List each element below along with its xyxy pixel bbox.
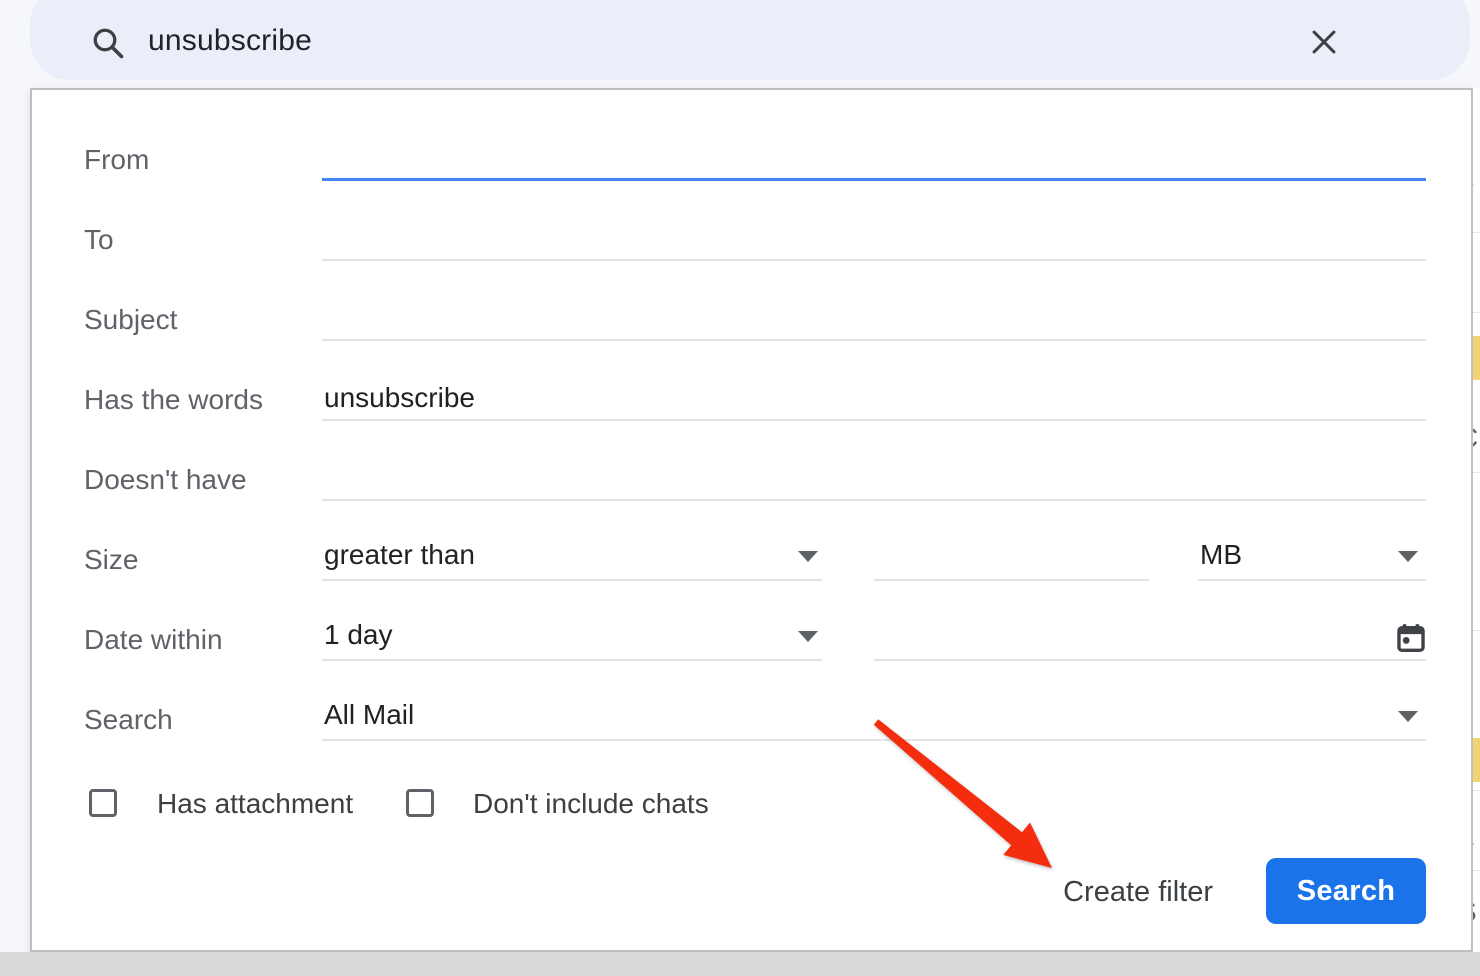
has-attachment-checkbox[interactable] bbox=[89, 789, 117, 817]
size-comparator-value: greater than bbox=[324, 539, 475, 571]
date-within-label: Date within bbox=[84, 624, 223, 656]
search-in-value: All Mail bbox=[324, 699, 414, 731]
chevron-down-icon bbox=[798, 551, 818, 562]
subject-input[interactable] bbox=[322, 297, 1426, 341]
size-value-input[interactable] bbox=[874, 537, 1149, 581]
date-input[interactable] bbox=[874, 617, 1426, 661]
from-input[interactable] bbox=[322, 137, 1426, 181]
advanced-search-panel: From To Subject Has the words Doesn't ha… bbox=[30, 88, 1473, 952]
close-icon[interactable] bbox=[1307, 25, 1341, 59]
create-filter-button[interactable]: Create filter bbox=[1063, 876, 1213, 909]
chevron-down-icon bbox=[1398, 551, 1418, 562]
doesnt-have-input[interactable] bbox=[322, 457, 1426, 501]
bg-highlighted-fragment: o bbox=[1473, 738, 1480, 782]
bg-text-fragment: J bbox=[1473, 670, 1480, 704]
bg-text-fragment: n bbox=[1473, 582, 1480, 616]
date-within-dropdown[interactable]: 1 day bbox=[322, 617, 822, 661]
size-unit-value: MB bbox=[1200, 539, 1242, 571]
from-label: From bbox=[84, 144, 149, 176]
bg-text-fragment: S bbox=[1473, 896, 1480, 930]
to-label: To bbox=[84, 224, 114, 256]
bottom-background-band bbox=[0, 952, 1480, 976]
size-comparator-dropdown[interactable]: greater than bbox=[322, 537, 822, 581]
has-attachment-label: Has attachment bbox=[157, 788, 353, 820]
subject-label: Subject bbox=[84, 304, 177, 336]
search-icon bbox=[90, 25, 126, 61]
dont-include-chats-label: Don't include chats bbox=[473, 788, 709, 820]
dont-include-chats-checkbox[interactable] bbox=[406, 789, 434, 817]
bg-highlighted-fragment: s bbox=[1473, 336, 1480, 380]
gmail-search-bar[interactable]: unsubscribe bbox=[30, 0, 1470, 80]
background-email-list-sliver: k s C e n J o a S bbox=[1473, 88, 1480, 952]
chevron-down-icon bbox=[1398, 711, 1418, 722]
search-in-label: Search bbox=[84, 704, 173, 736]
size-unit-dropdown[interactable]: MB bbox=[1198, 537, 1426, 581]
bg-text-fragment: C bbox=[1473, 422, 1480, 456]
to-input[interactable] bbox=[322, 217, 1426, 261]
doesnt-have-label: Doesn't have bbox=[84, 464, 247, 496]
has-words-input[interactable] bbox=[322, 377, 1426, 421]
size-label: Size bbox=[84, 544, 138, 576]
chevron-down-icon bbox=[798, 631, 818, 642]
bg-text-fragment: k bbox=[1473, 160, 1480, 194]
search-button[interactable]: Search bbox=[1266, 858, 1426, 924]
bg-text-fragment: e bbox=[1473, 502, 1480, 536]
search-query-text[interactable]: unsubscribe bbox=[148, 24, 312, 58]
calendar-icon[interactable] bbox=[1394, 622, 1428, 656]
search-in-dropdown[interactable]: All Mail bbox=[322, 697, 1426, 741]
bg-text-fragment: a bbox=[1473, 820, 1480, 854]
date-within-value: 1 day bbox=[324, 619, 393, 651]
has-words-label: Has the words bbox=[84, 384, 263, 416]
